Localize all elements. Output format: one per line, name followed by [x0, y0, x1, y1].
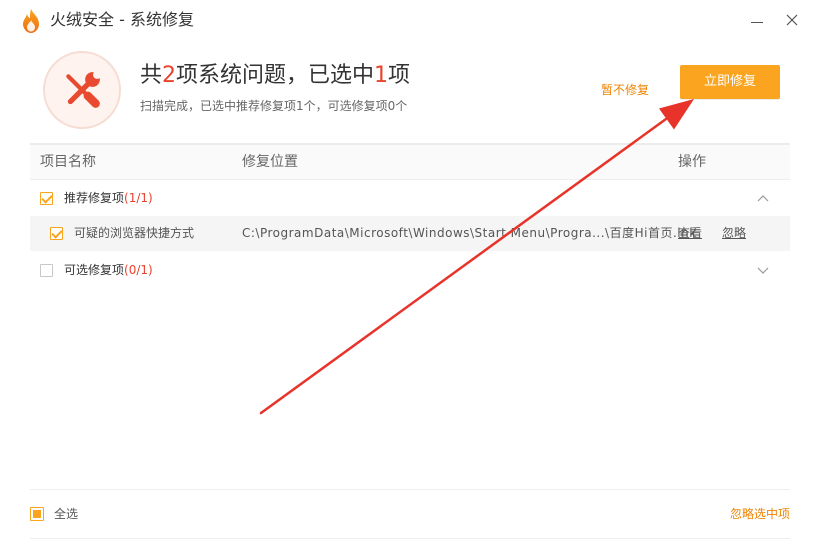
skip-repair-link[interactable]: 暂不修复	[601, 82, 649, 98]
summary-icon-badge	[43, 51, 121, 129]
selected-issue-count: 1	[374, 63, 389, 88]
group-title: 推荐修复项	[64, 191, 125, 205]
title-bar: 火绒安全 - 系统修复	[0, 0, 820, 40]
summary-headline: 共2项系统问题，已选中1项	[140, 61, 410, 91]
repair-now-button[interactable]: 立即修复	[680, 65, 780, 99]
table-row: 可疑的浏览器快捷方式 C:\ProgramData\Microsoft\Wind…	[30, 216, 790, 251]
view-link[interactable]: 查看	[678, 225, 702, 241]
group-checkbox-optional[interactable]	[40, 264, 53, 277]
headline-suffix: 项	[388, 63, 411, 88]
repair-tools-icon	[66, 70, 102, 108]
column-header-actions: 操作	[678, 154, 706, 170]
window-title: 火绒安全 - 系统修复	[50, 10, 194, 29]
close-button[interactable]	[779, 8, 805, 32]
headline-prefix: 共	[140, 63, 163, 88]
item-path: C:\ProgramData\Microsoft\Windows\Start M…	[242, 226, 697, 240]
minimize-button[interactable]	[744, 8, 770, 32]
column-header-name: 项目名称	[40, 154, 96, 170]
chevron-up-icon[interactable]	[757, 195, 769, 202]
repair-dialog: 火绒安全 - 系统修复 共2项系统问题，已选中1项 扫描完成，已选中推荐修复项1…	[0, 0, 820, 540]
group-title: 可选修复项	[64, 263, 125, 277]
ignore-link[interactable]: 忽略	[722, 225, 746, 241]
chevron-down-icon[interactable]	[757, 267, 769, 274]
close-icon	[786, 14, 798, 26]
table-header	[30, 145, 790, 180]
huorong-flame-logo-icon	[23, 9, 39, 33]
footer-divider	[30, 489, 790, 490]
column-header-location: 修复位置	[242, 154, 298, 170]
item-checkbox[interactable]	[50, 227, 63, 240]
group-checkbox-recommended[interactable]	[40, 192, 53, 205]
group-row-recommended: 推荐修复项(1/1)	[30, 180, 790, 216]
ignore-selected-link[interactable]: 忽略选中项	[730, 506, 790, 522]
minimize-icon	[751, 22, 763, 23]
group-row-optional: 可选修复项(0/1)	[30, 252, 790, 288]
headline-middle: 项系统问题，已选中	[176, 63, 375, 88]
group-label: 可选修复项(0/1)	[64, 262, 153, 278]
arrow-head	[659, 99, 694, 130]
summary-subtitle: 扫描完成，已选中推荐修复项1个，可选修复项0个	[140, 99, 408, 113]
group-count: (1/1)	[124, 191, 153, 205]
total-issue-count: 2	[162, 63, 177, 88]
group-count: (0/1)	[124, 263, 153, 277]
select-all-label: 全选	[54, 507, 79, 521]
bottom-divider	[30, 538, 790, 539]
select-all-checkbox[interactable]	[30, 507, 44, 521]
item-name: 可疑的浏览器快捷方式	[74, 226, 195, 240]
group-label: 推荐修复项(1/1)	[64, 190, 153, 206]
